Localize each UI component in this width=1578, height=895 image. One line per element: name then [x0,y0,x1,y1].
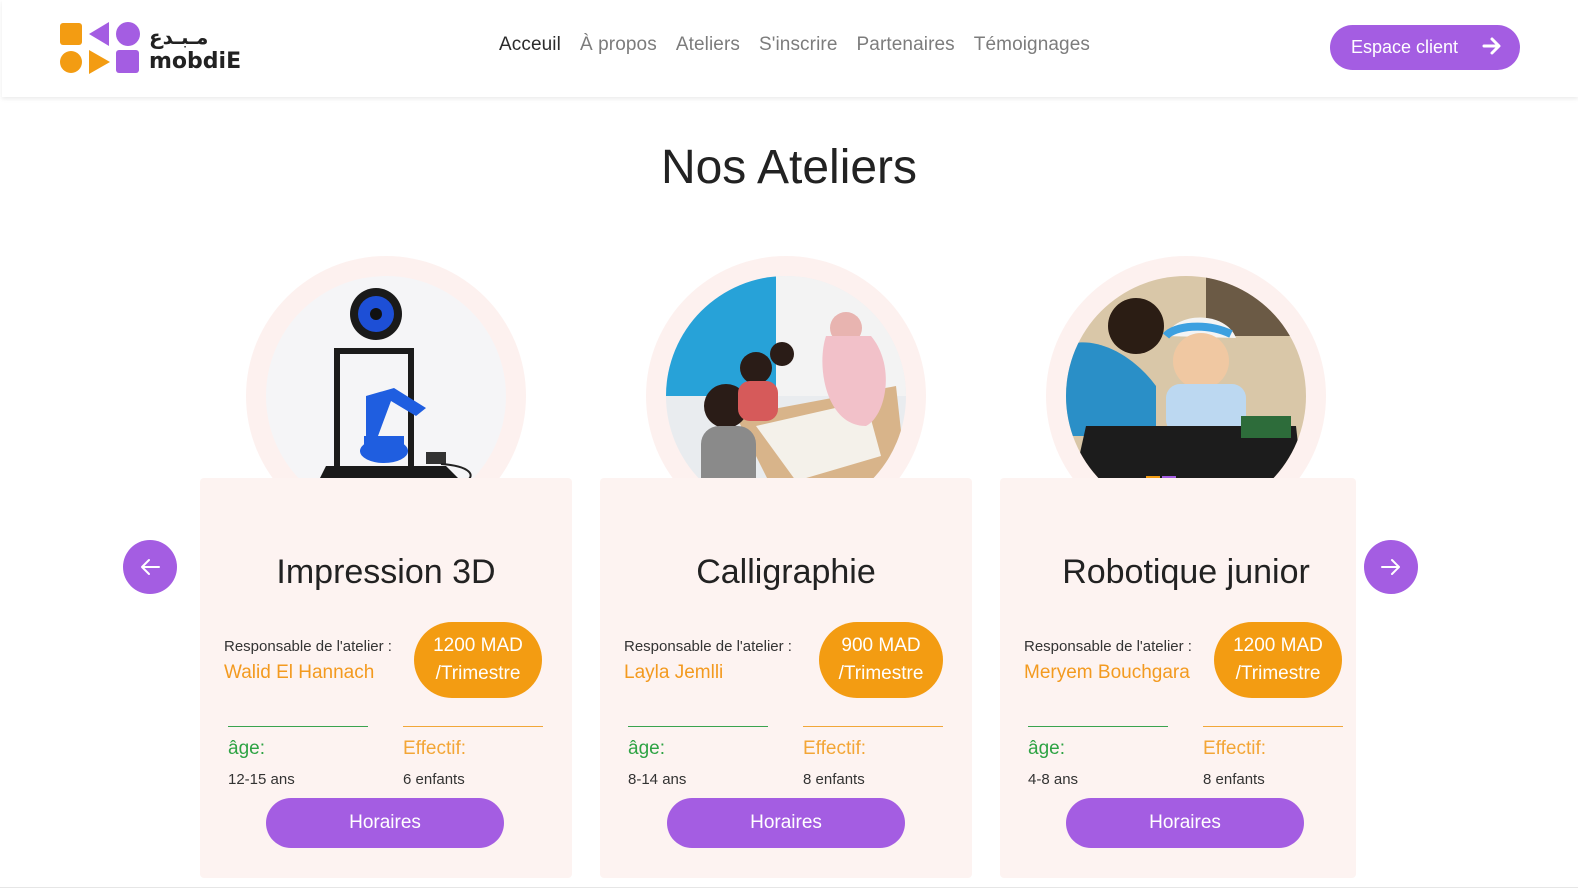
age-label: âge: [228,738,265,759]
horaires-button[interactable]: Horaires [266,798,504,848]
effectif-value: 8 enfants [1203,771,1265,788]
responsable-label: Responsable de l'atelier : [1024,638,1192,655]
arrow-left-icon [141,559,160,575]
arrow-right-icon [1381,559,1400,575]
atelier-card-calligraphie: Calligraphie Responsable de l'atelier : … [600,478,972,878]
age-value: 12-15 ans [228,771,295,788]
divider [1203,726,1343,727]
site-header: مـبـدع mobdiE Acceuil À propos Ateliers … [2,0,1578,97]
age-label: âge: [1028,738,1065,759]
divider [803,726,943,727]
svg-text:mobdiE: mobdiE [149,49,241,74]
espace-client-button[interactable]: Espace client [1330,25,1520,70]
svg-text:مـبـدع: مـبـدع [149,25,208,49]
price-amount: 900 MAD [841,635,921,656]
responsable-name: Meryem Bouchgara [1024,662,1190,683]
divider [628,726,768,727]
price-badge: 1200 MAD /Trimestre [414,622,542,698]
price-period: /Trimestre [435,663,521,684]
effectif-label: Effectif: [403,738,467,759]
nav-item-partenaires[interactable]: Partenaires [857,34,955,56]
effectif-label: Effectif: [803,738,867,759]
age-label: âge: [628,738,665,759]
nav-item-acceuil[interactable]: Acceuil [499,34,561,56]
price-amount: 1200 MAD [1233,635,1323,656]
horaires-button[interactable]: Horaires [1066,798,1304,848]
price-period: /Trimestre [1235,663,1321,684]
nav-item-ateliers[interactable]: Ateliers [676,34,740,56]
age-value: 8-14 ans [628,771,687,788]
price-period: /Trimestre [838,663,924,684]
card-title: Robotique junior [1062,553,1310,591]
responsable-name: Layla Jemlli [624,662,724,683]
espace-client-label: Espace client [1351,37,1459,57]
card-title: Impression 3D [276,553,496,591]
carousel-next-button[interactable] [1364,540,1418,594]
responsable-label: Responsable de l'atelier : [224,638,392,655]
responsable-name: Walid El Hannach [224,662,375,683]
mobdie-logo[interactable]: مـبـدع mobdiE [59,20,244,76]
main-nav: Acceuil À propos Ateliers S'inscrire Par… [499,34,1109,56]
price-amount: 1200 MAD [433,635,523,656]
effectif-value: 6 enfants [403,771,465,788]
responsable-label: Responsable de l'atelier : [624,638,792,655]
effectif-label: Effectif: [1203,738,1267,759]
atelier-card-robotique-junior: Robotique junior Responsable de l'atelie… [1000,478,1356,878]
horaires-button[interactable]: Horaires [667,798,905,848]
nav-item-sinscrire[interactable]: S'inscrire [759,34,838,56]
price-badge: 900 MAD /Trimestre [819,622,943,698]
atelier-card-impression-3d: Impression 3D Responsable de l'atelier :… [200,478,572,878]
carousel-prev-button[interactable] [123,540,177,594]
page-divider [0,887,1578,888]
nav-item-temoignages[interactable]: Témoignages [974,34,1090,56]
effectif-value: 8 enfants [803,771,865,788]
price-badge: 1200 MAD /Trimestre [1214,622,1342,698]
logo-mark: مـبـدع mobdiE [60,22,241,74]
divider [1028,726,1168,727]
section-title: Nos Ateliers [660,141,918,194]
divider [403,726,543,727]
age-value: 4-8 ans [1028,771,1079,788]
card-title: Calligraphie [696,553,876,591]
divider [228,726,368,727]
arrow-right-icon [1482,37,1501,55]
nav-item-a-propos[interactable]: À propos [580,34,657,56]
